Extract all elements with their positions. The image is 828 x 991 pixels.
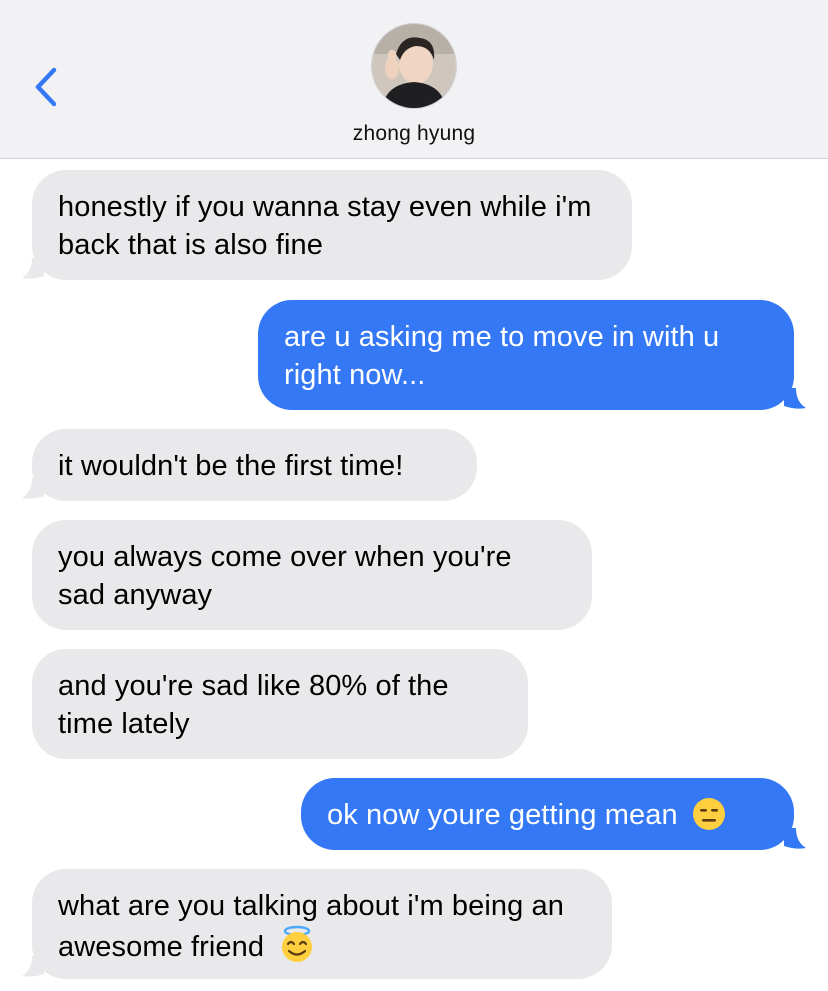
message-bubble-outgoing[interactable]: ok now youre getting mean [301,778,794,850]
message-text: ok now youre getting mean [327,799,678,831]
back-button[interactable] [28,62,68,112]
message-bubble-outgoing[interactable]: are u asking me to move in with u right … [258,300,794,410]
conversation-header: zhong hyung [0,0,828,159]
avatar-photo [372,24,456,108]
message-bubble-incoming[interactable]: and you're sad like 80% of the time late… [32,649,528,759]
contact-avatar[interactable] [372,24,456,108]
message-bubble-incoming[interactable]: honestly if you wanna stay even while i'… [32,170,632,280]
contact-name[interactable]: zhong hyung [0,122,828,146]
message-bubble-incoming[interactable]: what are you talking about i'm being an … [32,869,612,979]
smiling-face-with-halo-icon [282,925,313,962]
message-bubble-incoming[interactable]: you always come over when you're sad any… [32,520,592,630]
expressionless-face-icon [692,798,725,830]
chevron-left-icon [35,67,57,107]
message-bubble-incoming[interactable]: it wouldn't be the first time! [32,429,477,501]
message-thread: honestly if you wanna stay even while i'… [0,158,828,991]
